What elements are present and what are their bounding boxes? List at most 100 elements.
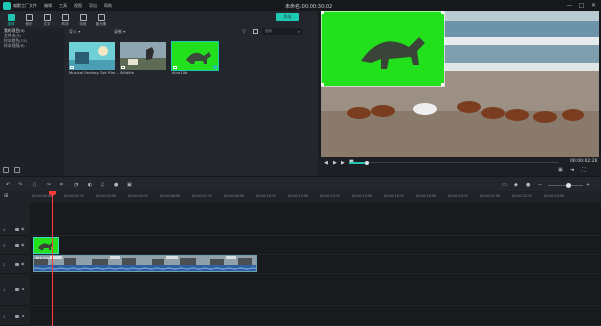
speaker-icon[interactable]: ◄ (21, 286, 24, 291)
ruler-label: 00:00:04:15 (128, 194, 149, 198)
ruler-label: 00:00:22:15 (512, 194, 533, 198)
search-input[interactable]: 搜索 ⌕ (262, 28, 302, 35)
minimize-button[interactable]: — (565, 1, 574, 10)
volume-icon[interactable]: ◄ (570, 167, 574, 173)
tab-effects[interactable]: 特效 (74, 11, 92, 28)
ruler-label: 00:00:09:00 (224, 194, 245, 198)
video-editor-window: 喵影工厂 文件 编辑 工具 视图 导出 帮助 未命名:00:00:30:02 —… (0, 0, 601, 326)
color-icon[interactable]: ◐ (88, 182, 92, 188)
play-icon[interactable]: ▶ (333, 160, 337, 166)
speaker-icon[interactable]: ◄ (21, 313, 24, 318)
menu-edit[interactable]: 编辑 (44, 3, 52, 9)
track-row[interactable] (30, 203, 601, 236)
preview-panel: ◀ ▶ ▶ ■ 00:00:02:26 ▣ ◄ ⛶ (318, 11, 601, 176)
timeline-toolbar: ↶ ↷ ▯ ✂ ⌗ ◔ ◐ ♫ ● ▣ ▭ ◆ ● − + (0, 176, 601, 191)
track-number: 2 (3, 262, 6, 267)
track-header-2: 2 ◉ (0, 255, 30, 274)
tab-elements[interactable]: 窗元素 (92, 11, 110, 28)
tab-text[interactable]: 文字 (38, 11, 56, 28)
preview-viewer[interactable] (321, 11, 599, 157)
video-badge-icon (70, 66, 74, 69)
tab-transitions[interactable]: 转场 (56, 11, 74, 28)
lock-icon[interactable] (15, 244, 19, 247)
marker-icon[interactable]: ◆ (514, 182, 518, 188)
undo-icon[interactable]: ↶ (6, 182, 10, 188)
next-frame-icon[interactable]: ▶ (341, 160, 345, 166)
track-row[interactable] (30, 274, 601, 306)
menu-help[interactable]: 帮助 (104, 3, 112, 9)
lock-icon[interactable] (15, 228, 19, 231)
tab-label: 转场 (61, 21, 69, 26)
eye-icon[interactable]: ◉ (21, 226, 25, 231)
tab-music[interactable]: 音乐 (20, 11, 38, 28)
menu-export[interactable]: 导出 (89, 3, 97, 9)
menu-bar: 文件 编辑 工具 视图 导出 帮助 (29, 3, 119, 9)
record-label: 录制 (114, 29, 122, 34)
media-item-selected[interactable]: dino10b (171, 41, 219, 75)
zoom-out-icon[interactable]: − (538, 182, 542, 188)
track-row[interactable] (30, 236, 601, 255)
grid-view-icon[interactable] (253, 29, 258, 34)
media-item-caption: dino10b (172, 70, 188, 75)
import-dropdown[interactable]: 导入 ▾ (69, 29, 107, 35)
lock-icon[interactable] (15, 263, 19, 266)
tab-label: 窗元素 (95, 21, 107, 26)
audio-icon[interactable]: ♫ (100, 182, 104, 188)
ruler-label: 00:00:03:00 (96, 194, 117, 198)
redo-icon[interactable]: ↷ (18, 182, 22, 188)
add-track-icon[interactable]: ⊞ (4, 193, 8, 199)
lock-icon[interactable] (15, 288, 19, 291)
sidebar-item-sample-videos[interactable]: 样本视频(8) (0, 43, 64, 48)
filter-icon[interactable]: ▽ (242, 29, 246, 35)
record-dropdown[interactable]: 录制 ▾ (114, 29, 154, 35)
split-icon[interactable]: ✂ (47, 182, 51, 188)
render-icon[interactable]: ▭ (502, 182, 507, 188)
preview-scrubber-track[interactable] (369, 162, 559, 163)
export-button[interactable]: 导出 (276, 13, 299, 21)
menu-tools[interactable]: 工具 (59, 3, 67, 9)
record-voice-icon[interactable]: ● (114, 182, 118, 188)
menu-file[interactable]: 文件 (29, 3, 37, 9)
speed-icon[interactable]: ◔ (74, 182, 78, 188)
close-button[interactable]: ✕ (589, 1, 598, 10)
project-title: 未命名:00:00:30:02 (285, 4, 333, 10)
mic-icon[interactable]: ● (526, 182, 530, 188)
preview-timecode: 00:00:02:26 (570, 159, 598, 164)
media-thumbnail (69, 42, 115, 70)
menu-view[interactable]: 视图 (74, 3, 82, 9)
fullscreen-icon[interactable]: ⛶ (582, 167, 586, 173)
track-row[interactable] (30, 306, 601, 326)
ruler-label: 00:00:19:15 (448, 194, 469, 198)
snapshot-icon[interactable]: ▣ (558, 167, 563, 173)
lock-icon[interactable] (15, 315, 19, 318)
chroma-key-icon[interactable]: ▣ (127, 182, 132, 188)
media-icon (7, 13, 15, 21)
track-header-4: 4 ◉ (0, 203, 30, 236)
ruler-label: 00:00:16:15 (384, 194, 405, 198)
playhead[interactable] (52, 191, 53, 326)
folder-icon[interactable] (14, 167, 20, 173)
media-library: 导入 ▾ 录制 ▾ ▽ 搜索 ⌕ Musical Fantasy Set Fil… (64, 28, 318, 176)
prev-frame-icon[interactable]: ◀ (324, 160, 328, 166)
timeline-ruler[interactable]: ⊞ 00:00:00:00 00:00:01:15 00:00:03:00 00… (0, 191, 601, 203)
media-item[interactable]: Wildlife (120, 42, 166, 75)
title-bar: 喵影工厂 文件 编辑 工具 视图 导出 帮助 未命名:00:00:30:02 —… (0, 0, 601, 11)
timeline-clip-dino[interactable] (33, 237, 59, 254)
clip-thumbnail (38, 243, 53, 250)
tab-media[interactable]: 媒体 (2, 11, 20, 28)
tab-label: 媒体 (7, 21, 15, 26)
zoom-slider-knob[interactable] (566, 183, 571, 188)
preview-scrubber-knob[interactable] (365, 161, 369, 165)
timeline-clip-video[interactable]: BLR Video 4 (33, 255, 257, 272)
ruler-label: 00:00:13:15 (320, 194, 341, 198)
delete-icon[interactable]: ▯ (33, 182, 36, 188)
zoom-in-icon[interactable]: + (586, 182, 590, 188)
maximize-button[interactable]: □ (577, 1, 586, 10)
media-item[interactable]: Musical Fantasy Set Film... (69, 42, 119, 75)
media-sidebar: 我的项目(3) 文件夹(3) 样本颜色(15) 样本视频(8) (0, 28, 64, 176)
eye-icon[interactable]: ◉ (21, 261, 25, 266)
crop-icon[interactable]: ⌗ (60, 182, 63, 188)
eye-icon[interactable]: ◉ (21, 242, 25, 247)
track-header-audio-1: 1 ◄ (0, 274, 30, 306)
new-folder-icon[interactable] (3, 167, 9, 173)
